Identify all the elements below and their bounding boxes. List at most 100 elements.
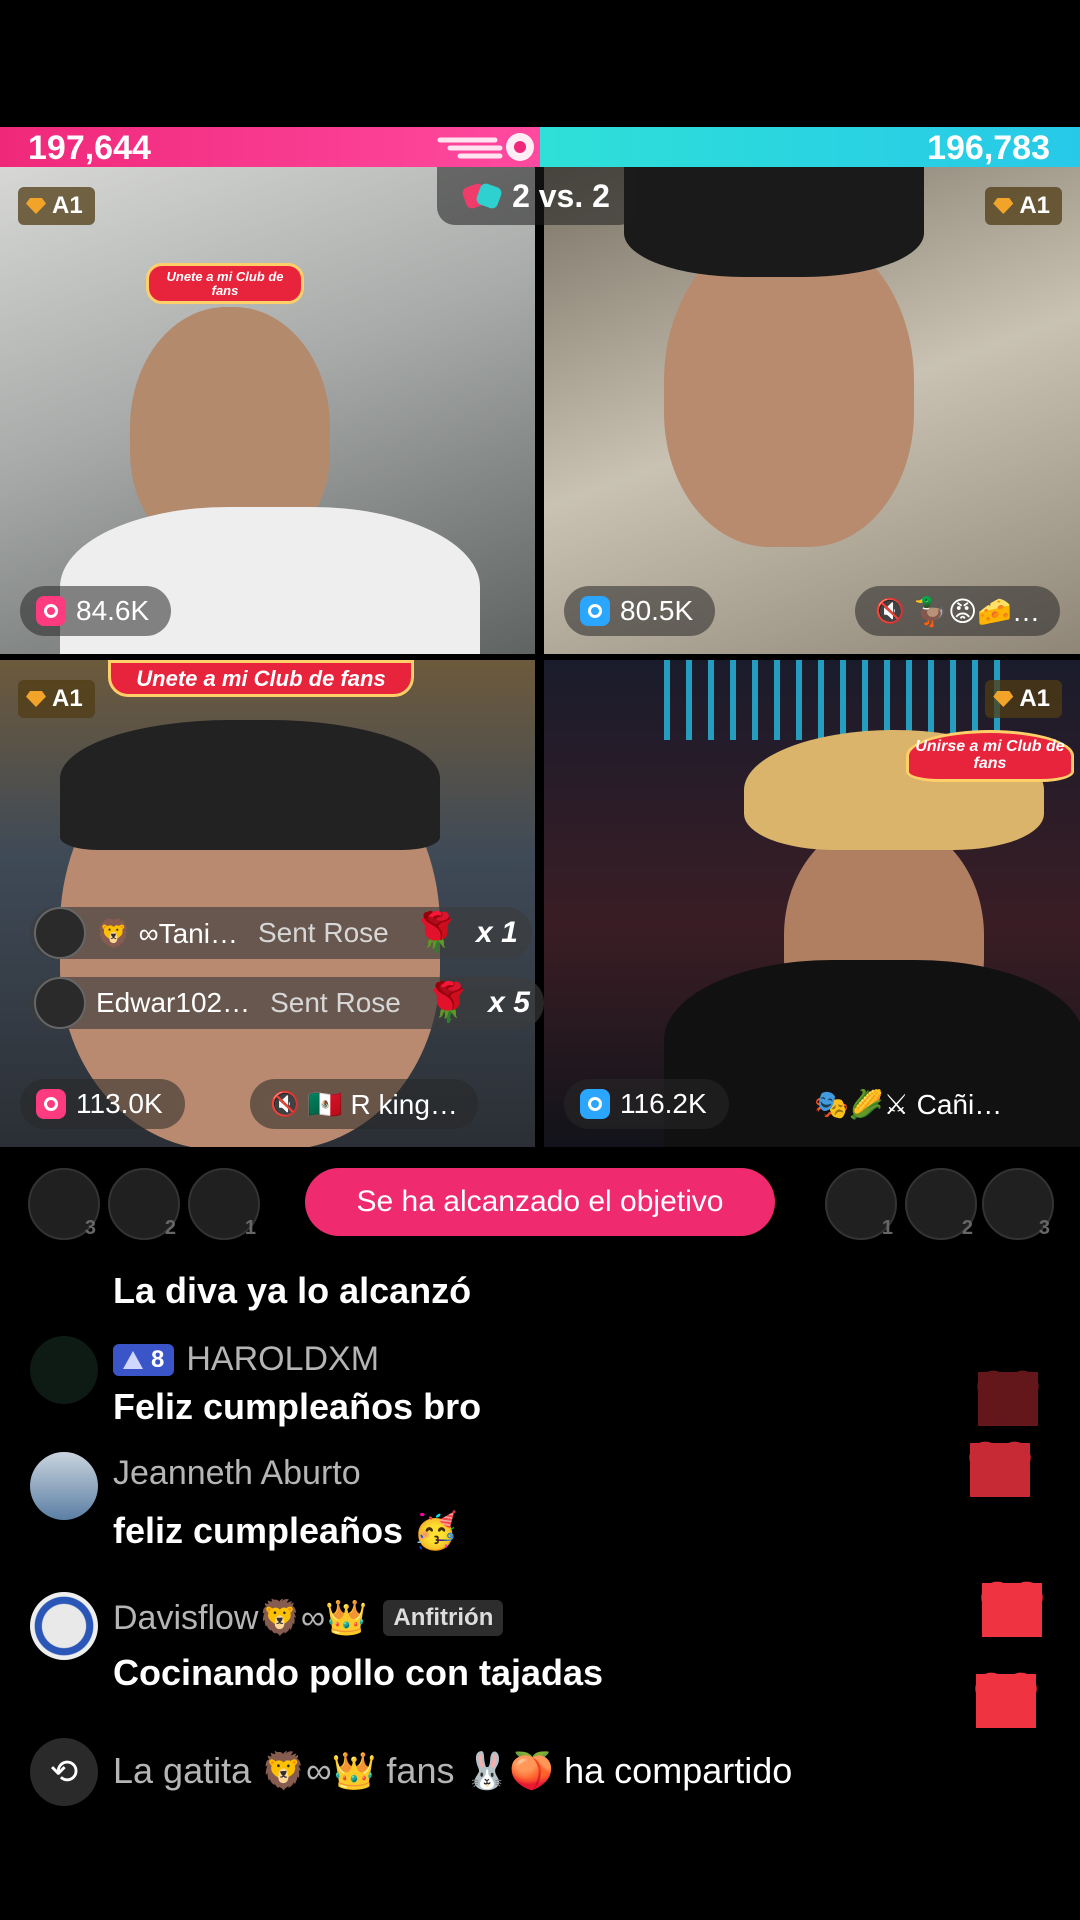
top-gifter-avatar[interactable]: 3 [28, 1168, 100, 1240]
rank-badge: A1 [985, 187, 1062, 225]
level-badge: 8 [113, 1343, 175, 1376]
right-score-value: 196,783 [927, 129, 1050, 167]
rank-number: 1 [881, 1217, 893, 1239]
chat-message: 8 HAROLDXM Feliz cumpleaños bro [30, 1336, 930, 1436]
avatar[interactable] [30, 1336, 98, 1404]
gift-action: Sent Rose [257, 917, 389, 948]
diamond-icon [993, 691, 1014, 707]
muted-guest-pill[interactable]: 🔇 🦆😡🧀… [855, 586, 1060, 636]
rank-badge: A1 [18, 680, 95, 718]
heart-icon [970, 1443, 1030, 1497]
gifter-name: 🦁 ∞Tani… [96, 917, 238, 949]
score-divider-icon [437, 133, 534, 161]
top-gifter-avatar[interactable]: 3 [982, 1168, 1054, 1240]
host-video-tile-3[interactable]: A1 Unete a mi Club de fans 113.0K 🔇 🇲🇽 R… [0, 660, 535, 1147]
rank-label: A1 [1019, 192, 1050, 219]
viewer-count[interactable]: 80.5K [564, 586, 716, 636]
battle-mode-label: 2 vs. 2 [512, 177, 610, 214]
guest-name: 🎭🌽⚔ Cañi… [814, 1088, 1003, 1120]
top-gifter-avatar[interactable]: 1 [188, 1168, 260, 1240]
chat-username[interactable]: 8 HAROLDXM [113, 1340, 379, 1379]
rose-icon: 🌹 [412, 912, 461, 954]
host-video-tile-2[interactable]: A1 80.5K 🔇 🦆😡🧀… [544, 167, 1080, 654]
host-video-tile-4[interactable]: A1 Unirse a mi Club de fans 116.2K 🎭🌽⚔ C… [544, 660, 1080, 1147]
host-badge: Anfitrión [383, 1600, 504, 1636]
share-action: ha compartido [564, 1750, 793, 1791]
viewer-count[interactable]: 116.2K [564, 1079, 729, 1129]
rank-label: A1 [1019, 685, 1050, 712]
rank-number: 2 [164, 1217, 176, 1239]
viewer-count-value: 84.6K [76, 595, 150, 626]
avatar[interactable] [30, 1452, 98, 1520]
gift-count: x 5 [488, 986, 530, 1019]
username-label: Davisflow🦁∞👑 [113, 1599, 368, 1637]
battle-gloves-icon [464, 183, 502, 209]
heart-icon [976, 1674, 1036, 1728]
gifter-name: Edwar102… [96, 987, 251, 1018]
rank-badge: A1 [18, 187, 95, 225]
viewer-icon [580, 1089, 610, 1119]
rank-label: A1 [52, 192, 83, 219]
chat-username[interactable]: Jeanneth Aburto [113, 1454, 361, 1493]
share-repost-icon: ⟲ [30, 1738, 98, 1806]
guest-label[interactable]: 🎭🌽⚔ Cañi… [794, 1079, 1022, 1129]
share-text: La gatita 🦁∞👑 fans 🐰🍑 ha compartido [113, 1750, 792, 1792]
muted-guest-pill[interactable]: 🔇 🇲🇽 R king… [250, 1079, 478, 1129]
gifter-avatar [34, 977, 86, 1029]
fan-club-button[interactable]: Unete a mi Club de fans [108, 660, 414, 698]
gift-notification: Edwar102… Sent Rose 🌹 x 5 [30, 977, 544, 1029]
top-gifter-avatar[interactable]: 2 [905, 1168, 977, 1240]
heart-icon [978, 1372, 1038, 1426]
top-gifter-avatar[interactable]: 1 [825, 1168, 897, 1240]
chat-username[interactable]: Davisflow🦁∞👑 Anfitrión [113, 1598, 504, 1638]
chat-text: La diva ya lo alcanzó [113, 1270, 472, 1311]
chat-message: Davisflow🦁∞👑 Anfitrión Cocinando pollo c… [30, 1590, 930, 1700]
chat-text: Feliz cumpleaños bro [113, 1386, 482, 1427]
sharer-name[interactable]: La gatita 🦁∞👑 fans 🐰🍑 [113, 1750, 554, 1791]
viewer-count-value: 113.0K [76, 1088, 163, 1119]
share-notification: ⟲ La gatita 🦁∞👑 fans 🐰🍑 ha compartido [30, 1738, 1050, 1806]
battle-mode-pill[interactable]: 2 vs. 2 [437, 167, 637, 225]
viewer-count-value: 80.5K [620, 595, 694, 626]
rank-number: 2 [961, 1217, 973, 1239]
muted-speaker-icon: 🔇 [270, 1090, 300, 1118]
goal-reached-button[interactable]: Se ha alcanzado el objetivo [305, 1168, 775, 1236]
rank-number: 1 [244, 1217, 256, 1239]
left-score-value: 197,644 [28, 129, 151, 167]
rose-icon: 🌹 [424, 982, 473, 1024]
level-icon [123, 1350, 143, 1369]
host-cap-2 [624, 167, 924, 277]
rank-badge: A1 [985, 680, 1062, 718]
goal-strip: 3 2 1 Se ha alcanzado el objetivo 1 2 3 [0, 1160, 1080, 1240]
viewer-count[interactable]: 113.0K [20, 1079, 185, 1129]
chat-message: La diva ya lo alcanzó [30, 1270, 930, 1320]
diamond-icon [26, 691, 46, 707]
guest-name: 🇲🇽 R king… [307, 1088, 458, 1120]
chat-text: Cocinando pollo con tajadas [113, 1652, 604, 1693]
viewer-icon [580, 596, 610, 626]
username-label: HAROLDXM [186, 1340, 380, 1378]
fan-club-button[interactable]: Unirse a mi Club de fans [906, 730, 1074, 782]
avatar[interactable] [30, 1592, 98, 1660]
level-number: 8 [151, 1345, 165, 1373]
fan-club-button[interactable]: Unete a mi Club de fans [146, 263, 304, 305]
host-video-tile-1[interactable]: A1 Unete a mi Club de fans 84.6K [0, 167, 535, 654]
host-cap-3 [60, 720, 440, 850]
muted-speaker-icon: 🔇 [875, 597, 906, 625]
viewer-count-value: 116.2K [620, 1088, 707, 1119]
rank-number: 3 [84, 1217, 96, 1239]
gift-action: Sent Rose [270, 987, 401, 1018]
rank-number: 3 [1038, 1217, 1050, 1239]
heart-icon [982, 1583, 1042, 1637]
right-team-score: 196,783 [540, 127, 1080, 167]
viewer-count[interactable]: 84.6K [20, 586, 172, 636]
top-gifter-avatar[interactable]: 2 [108, 1168, 180, 1240]
diamond-icon [26, 198, 46, 214]
chat-text: feliz cumpleaños 🥳 [113, 1510, 458, 1551]
diamond-icon [993, 198, 1014, 214]
live-battle-grid: A1 Unete a mi Club de fans 84.6K A1 80.5… [0, 167, 1080, 1147]
gifter-avatar [34, 907, 86, 959]
stage-lights [664, 660, 1004, 740]
viewer-icon [36, 596, 66, 626]
rank-label: A1 [52, 685, 83, 712]
